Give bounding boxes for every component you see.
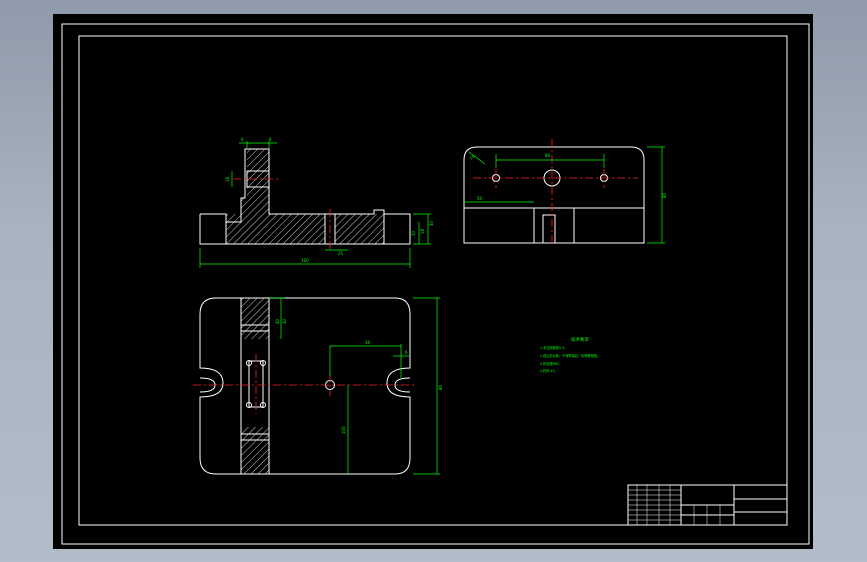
side-center-slot bbox=[533, 207, 575, 244]
front-hatch-right bbox=[335, 214, 384, 244]
top-hatch-upper bbox=[241, 298, 269, 339]
cad-canvas: 6 6 18 25 160 40 18 10 15 80 50 80 6 36 … bbox=[53, 14, 813, 549]
top-guide bbox=[248, 360, 264, 408]
front-dim-7: 18 bbox=[420, 228, 425, 234]
front-dim-2: 6 bbox=[269, 137, 272, 142]
cad-drawing: 6 6 18 25 160 40 18 10 15 80 50 80 6 36 … bbox=[61, 23, 810, 545]
sheet-outer-frame bbox=[61, 23, 810, 545]
front-dim-4: 25 bbox=[338, 251, 344, 256]
front-dim-8: 10 bbox=[411, 230, 416, 236]
front-dim-6: 40 bbox=[429, 220, 434, 226]
front-hatch-left bbox=[226, 149, 325, 244]
title-block bbox=[627, 484, 788, 526]
technical-notes: 技术要求 1.未注明倒角0.5。 2.锐边去毛刺，不得有裂纹、砂眼等缺陷。 3.… bbox=[540, 336, 600, 373]
top-view: 6 36 40 40 100 80 bbox=[193, 297, 443, 475]
top-dim-3: 40 bbox=[282, 318, 287, 324]
notes-title: 技术要求 bbox=[571, 336, 589, 343]
top-dim-5: 100 bbox=[341, 426, 346, 434]
side-center-bore bbox=[542, 214, 556, 244]
top-dim-4: 40 bbox=[275, 318, 280, 324]
side-dim-2: 80 bbox=[545, 153, 551, 158]
side-dim-4: 80 bbox=[662, 192, 667, 198]
sheet-inner-frame bbox=[78, 35, 788, 526]
top-dim-2: 36 bbox=[365, 340, 371, 345]
side-view: 15 80 50 80 bbox=[463, 139, 667, 246]
note-line-3: 3.热处理HRC。 bbox=[540, 361, 562, 366]
front-dim-5: 160 bbox=[301, 258, 309, 263]
side-dim-1: 15 bbox=[468, 153, 475, 160]
front-dim-3: 18 bbox=[225, 176, 230, 182]
side-outline bbox=[463, 146, 645, 244]
side-dim-3: 50 bbox=[477, 196, 483, 201]
note-line-2: 2.锐边去毛刺，不得有裂纹、砂眼等缺陷。 bbox=[540, 353, 600, 358]
front-section-view: 6 6 18 25 160 40 18 10 bbox=[199, 137, 434, 268]
front-dim-1: 6 bbox=[241, 137, 244, 142]
top-dim-1: 6 bbox=[405, 350, 408, 355]
note-line-1: 1.未注明倒角0.5。 bbox=[540, 345, 567, 350]
top-dim-6: 80 bbox=[438, 384, 443, 390]
top-outline bbox=[199, 297, 411, 475]
note-line-4: 4.材料 45。 bbox=[540, 368, 558, 373]
